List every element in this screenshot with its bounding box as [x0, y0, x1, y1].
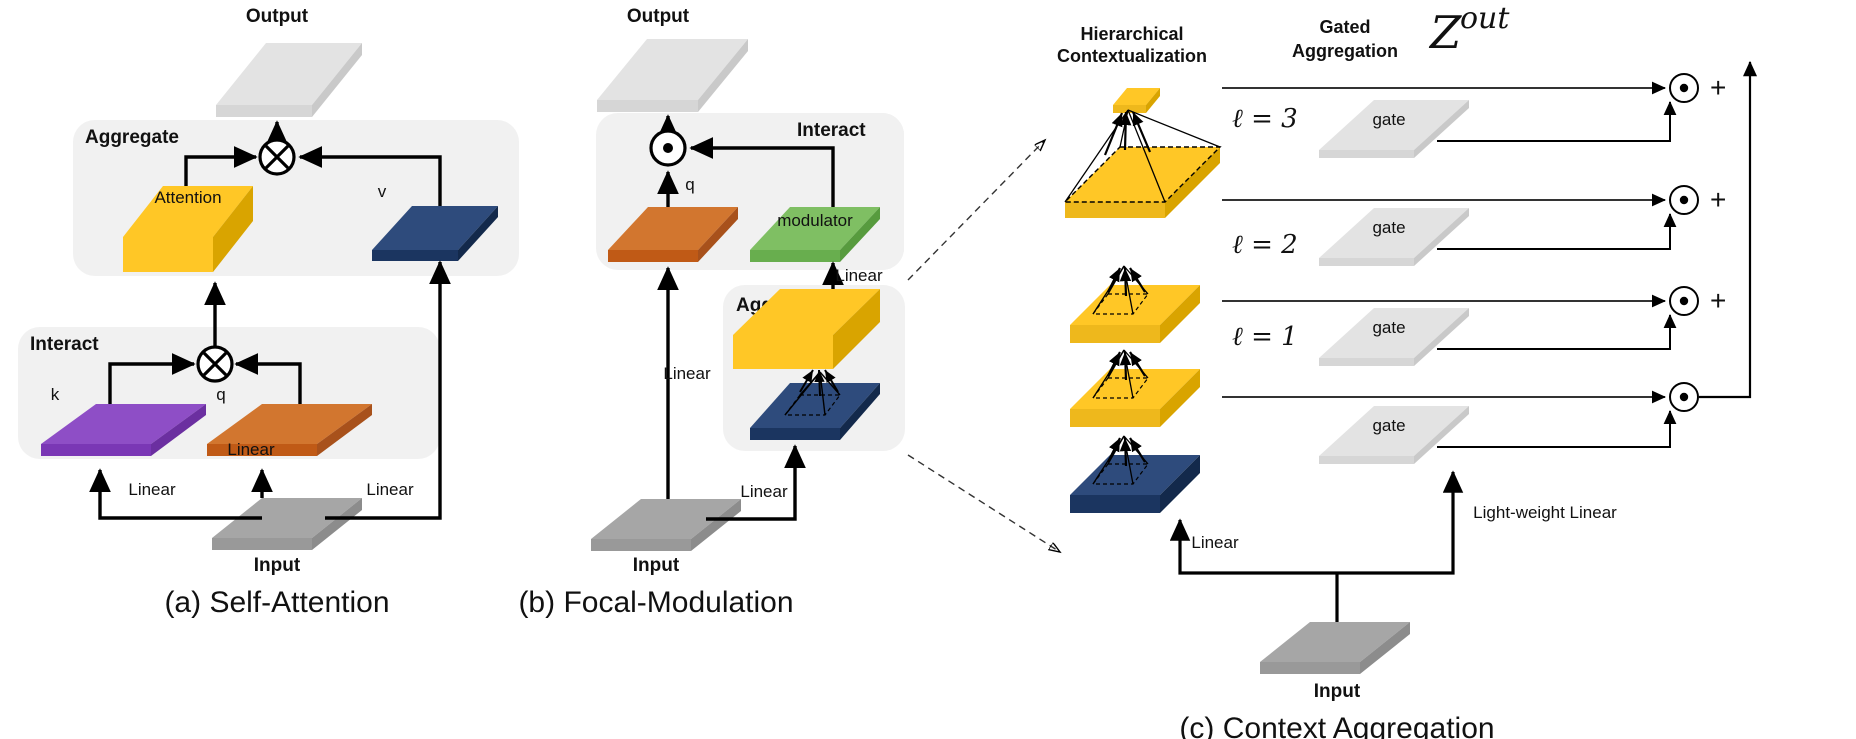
value-label-a: v: [378, 182, 387, 201]
level2-slab: [1070, 265, 1200, 343]
gate-label-3: gate: [1372, 318, 1405, 337]
query-label-b: q: [685, 175, 694, 194]
gate-label-2: gate: [1372, 218, 1405, 237]
level-label-2: ℓ = 2: [1232, 230, 1298, 260]
zout-superscript: out: [1460, 1, 1510, 36]
linear-label-q-b: Linear: [663, 364, 711, 383]
input-label-c: Input: [1314, 681, 1361, 702]
input-label-a: Input: [254, 555, 301, 576]
linear-label-k-a: Linear: [128, 480, 176, 499]
linear-label-c: Linear: [1191, 533, 1239, 552]
level3-slab: [1063, 109, 1222, 218]
level1-slab: [1070, 349, 1200, 427]
gate-slab-2: [1319, 208, 1469, 266]
output-label-b: Output: [627, 6, 690, 27]
input-label-b: Input: [633, 555, 680, 576]
figure-root: Output Aggregate Attention v Interact k …: [0, 0, 1856, 739]
input-slab-b: [591, 499, 741, 551]
matmul-icon-interact-a: [196, 345, 234, 383]
hadamard-icon-interact-b: [649, 129, 687, 167]
caption-b: (b) Focal-Modulation: [518, 586, 793, 619]
linear-label-q-a: Linear: [227, 440, 275, 459]
gated-heading-line2: Aggregation: [1292, 41, 1398, 61]
hadamard-icon-level2: [1669, 185, 1699, 215]
interact-group-label-b: Interact: [797, 120, 866, 141]
interact-group-label-a: Interact: [30, 334, 99, 355]
key-label-a: k: [51, 385, 60, 404]
caption-a: (a) Self-Attention: [164, 586, 389, 619]
arrow-input-to-key-a: [89, 468, 262, 520]
panel-self-attention: Output Aggregate Attention v Interact k …: [18, 6, 519, 619]
hierarchical-heading-line1: Hierarchical: [1080, 24, 1183, 44]
gated-heading-line1: Gated: [1319, 17, 1370, 37]
arrow-input-to-gate-c: [1337, 470, 1464, 575]
elbow-gate2-to-op: [1437, 213, 1677, 250]
input-slab-c: [1260, 622, 1410, 674]
gate-label-4: gate: [1372, 416, 1405, 435]
gate-slab-3: [1319, 308, 1469, 366]
plus-sign-3: +: [1710, 285, 1726, 316]
plus-sign-2: +: [1710, 184, 1726, 215]
attention-label-a: Attention: [154, 188, 221, 207]
level3-top-slab: [1113, 88, 1160, 113]
gate-label-1: gate: [1372, 110, 1405, 129]
plus-sign-1: +: [1710, 72, 1726, 103]
zout-symbol: Z: [1428, 6, 1462, 59]
light-linear-label-c: Light-weight Linear: [1473, 503, 1617, 522]
elbow-gate3-to-op: [1437, 314, 1677, 350]
output-slab-a: [216, 43, 362, 117]
aggregate-group-label-a: Aggregate: [85, 127, 179, 148]
gate-slab-1: [1319, 100, 1469, 158]
panel-context-aggregation: Hierarchical Contextualization Gated Agg…: [1057, 1, 1758, 739]
hierarchical-heading-line2: Contextualization: [1057, 46, 1207, 66]
linear-label-modulator-b: Linear: [835, 266, 883, 285]
output-slab-b: [597, 39, 748, 112]
accumulation-spine: [1699, 60, 1758, 399]
expansion-arrows: [907, 140, 1060, 552]
level-label-3: ℓ = 3: [1232, 104, 1298, 134]
hadamard-icon-level3: [1669, 73, 1699, 103]
level-label-1: ℓ = 1: [1232, 322, 1298, 352]
query-label-a: q: [216, 385, 225, 404]
dashed-arrow-upper: [907, 140, 1045, 281]
panel-focal-modulation: Output Interact q modulator Aggregate: [518, 6, 905, 619]
elbow-gate1-to-op: [1437, 101, 1677, 142]
hadamard-icon-level1: [1669, 286, 1699, 316]
modulator-label-b: modulator: [777, 211, 853, 230]
gate-slab-4: [1319, 406, 1469, 464]
linear-label-aggregate-b: Linear: [740, 482, 788, 501]
level0-navy-slab: [1070, 435, 1200, 513]
input-slab-a: [212, 498, 362, 550]
hadamard-icon-level0: [1669, 382, 1699, 412]
dashed-arrow-lower: [907, 454, 1060, 552]
matmul-icon-aggregate-a: [258, 138, 296, 176]
elbow-gate4-to-op: [1437, 410, 1677, 448]
caption-c: (c) Context Aggregation: [1179, 712, 1494, 739]
output-label-a: Output: [246, 6, 309, 27]
diagram-canvas: Output Aggregate Attention v Interact k …: [18, 1, 1758, 739]
linear-label-v-a: Linear: [366, 480, 414, 499]
